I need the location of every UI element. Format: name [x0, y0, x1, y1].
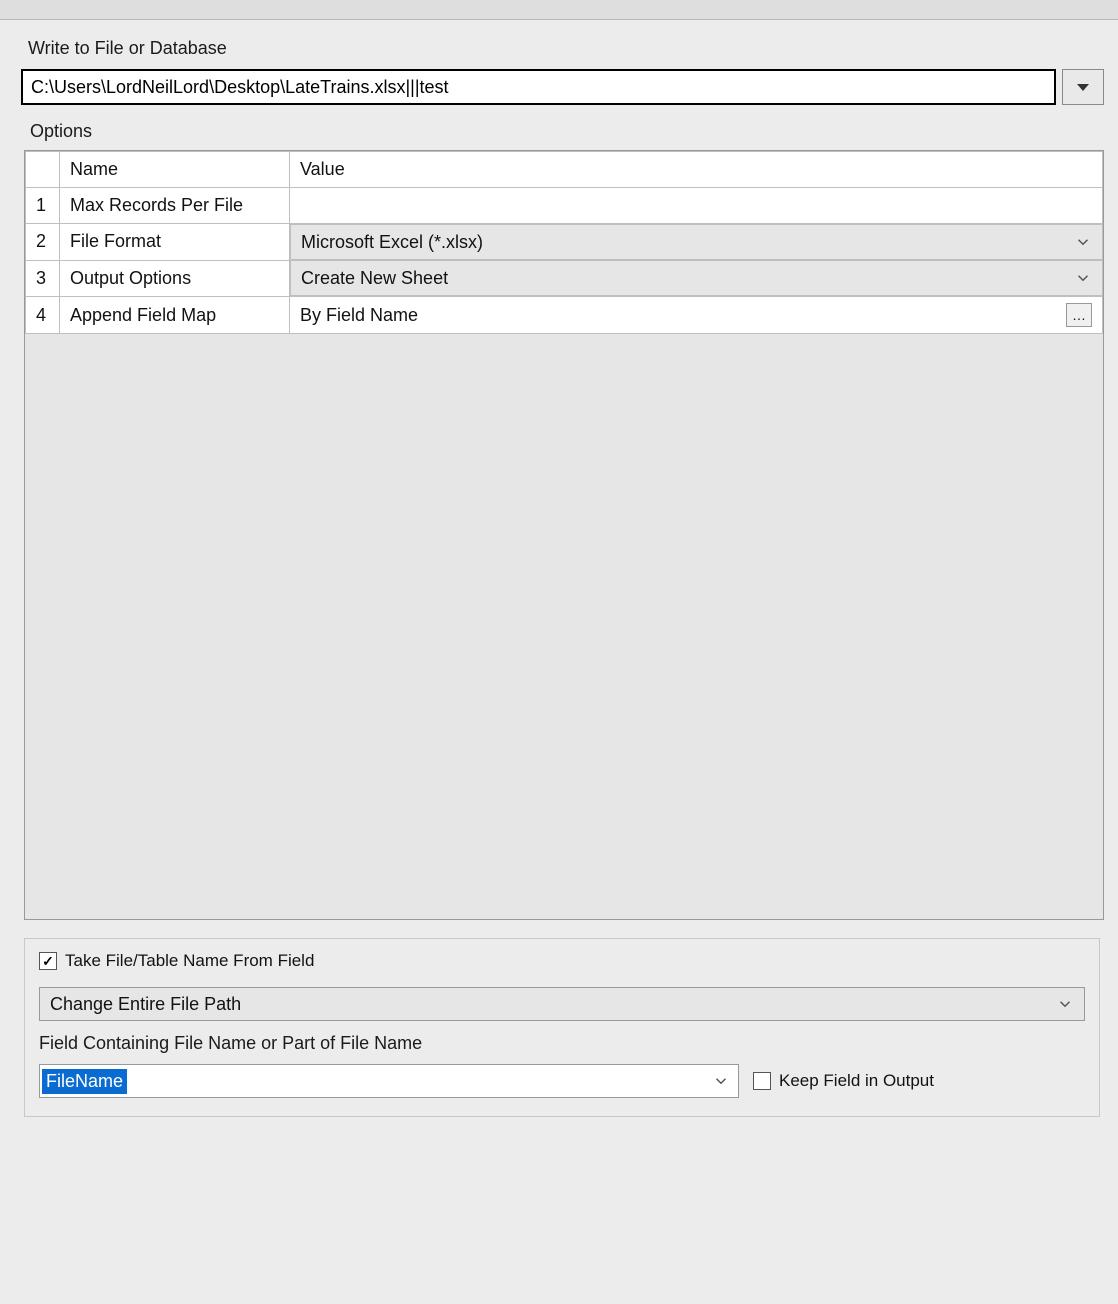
row-number: 2	[26, 224, 60, 261]
file-path-dropdown-button[interactable]	[1062, 69, 1104, 105]
options-grid: Name Value 1 Max Records Per File 2 File…	[24, 150, 1104, 920]
field-containing-label: Field Containing File Name or Part of Fi…	[39, 1033, 1085, 1054]
table-row: 1 Max Records Per File	[26, 188, 1103, 224]
max-records-input[interactable]	[290, 188, 1103, 224]
caret-down-icon	[1077, 84, 1089, 91]
row-number: 3	[26, 260, 60, 297]
options-label: Options	[30, 121, 1104, 142]
keep-field-checkbox[interactable]	[753, 1072, 771, 1090]
chevron-down-icon	[712, 1072, 730, 1090]
option-name: File Format	[60, 224, 290, 261]
take-name-checkbox[interactable]	[39, 952, 57, 970]
row-number: 1	[26, 188, 60, 224]
file-path-input[interactable]	[21, 69, 1056, 105]
grid-empty-area	[25, 334, 1103, 919]
take-name-label: Take File/Table Name From Field	[65, 951, 314, 971]
chevron-down-icon	[1056, 995, 1074, 1013]
write-to-label: Write to File or Database	[28, 38, 1096, 59]
append-field-map-cell[interactable]: By Field Name …	[290, 297, 1103, 334]
option-name: Append Field Map	[60, 297, 290, 334]
row-number: 4	[26, 297, 60, 334]
column-header-value: Value	[290, 152, 1103, 188]
column-header-name: Name	[60, 152, 290, 188]
chevron-down-icon	[1074, 233, 1092, 251]
field-name-combobox[interactable]: FileName	[39, 1064, 739, 1098]
table-row: 4 Append Field Map By Field Name …	[26, 297, 1103, 334]
check-icon	[42, 954, 54, 968]
output-options-select[interactable]: Create New Sheet	[290, 260, 1103, 296]
column-header-rownum	[26, 152, 60, 188]
take-name-fieldset: Take File/Table Name From Field Change E…	[24, 938, 1100, 1117]
window-titlebar	[0, 0, 1118, 20]
option-name: Max Records Per File	[60, 188, 290, 224]
keep-field-label: Keep Field in Output	[779, 1071, 934, 1091]
path-mode-select[interactable]: Change Entire File Path	[39, 987, 1085, 1021]
ellipsis-button[interactable]: …	[1066, 303, 1092, 327]
chevron-down-icon	[1074, 269, 1092, 287]
option-name: Output Options	[60, 260, 290, 297]
field-name-value: FileName	[42, 1069, 127, 1094]
file-format-select[interactable]: Microsoft Excel (*.xlsx)	[290, 224, 1103, 260]
table-row: 3 Output Options Create New Sheet	[26, 260, 1103, 297]
table-row: 2 File Format Microsoft Excel (*.xlsx)	[26, 224, 1103, 261]
